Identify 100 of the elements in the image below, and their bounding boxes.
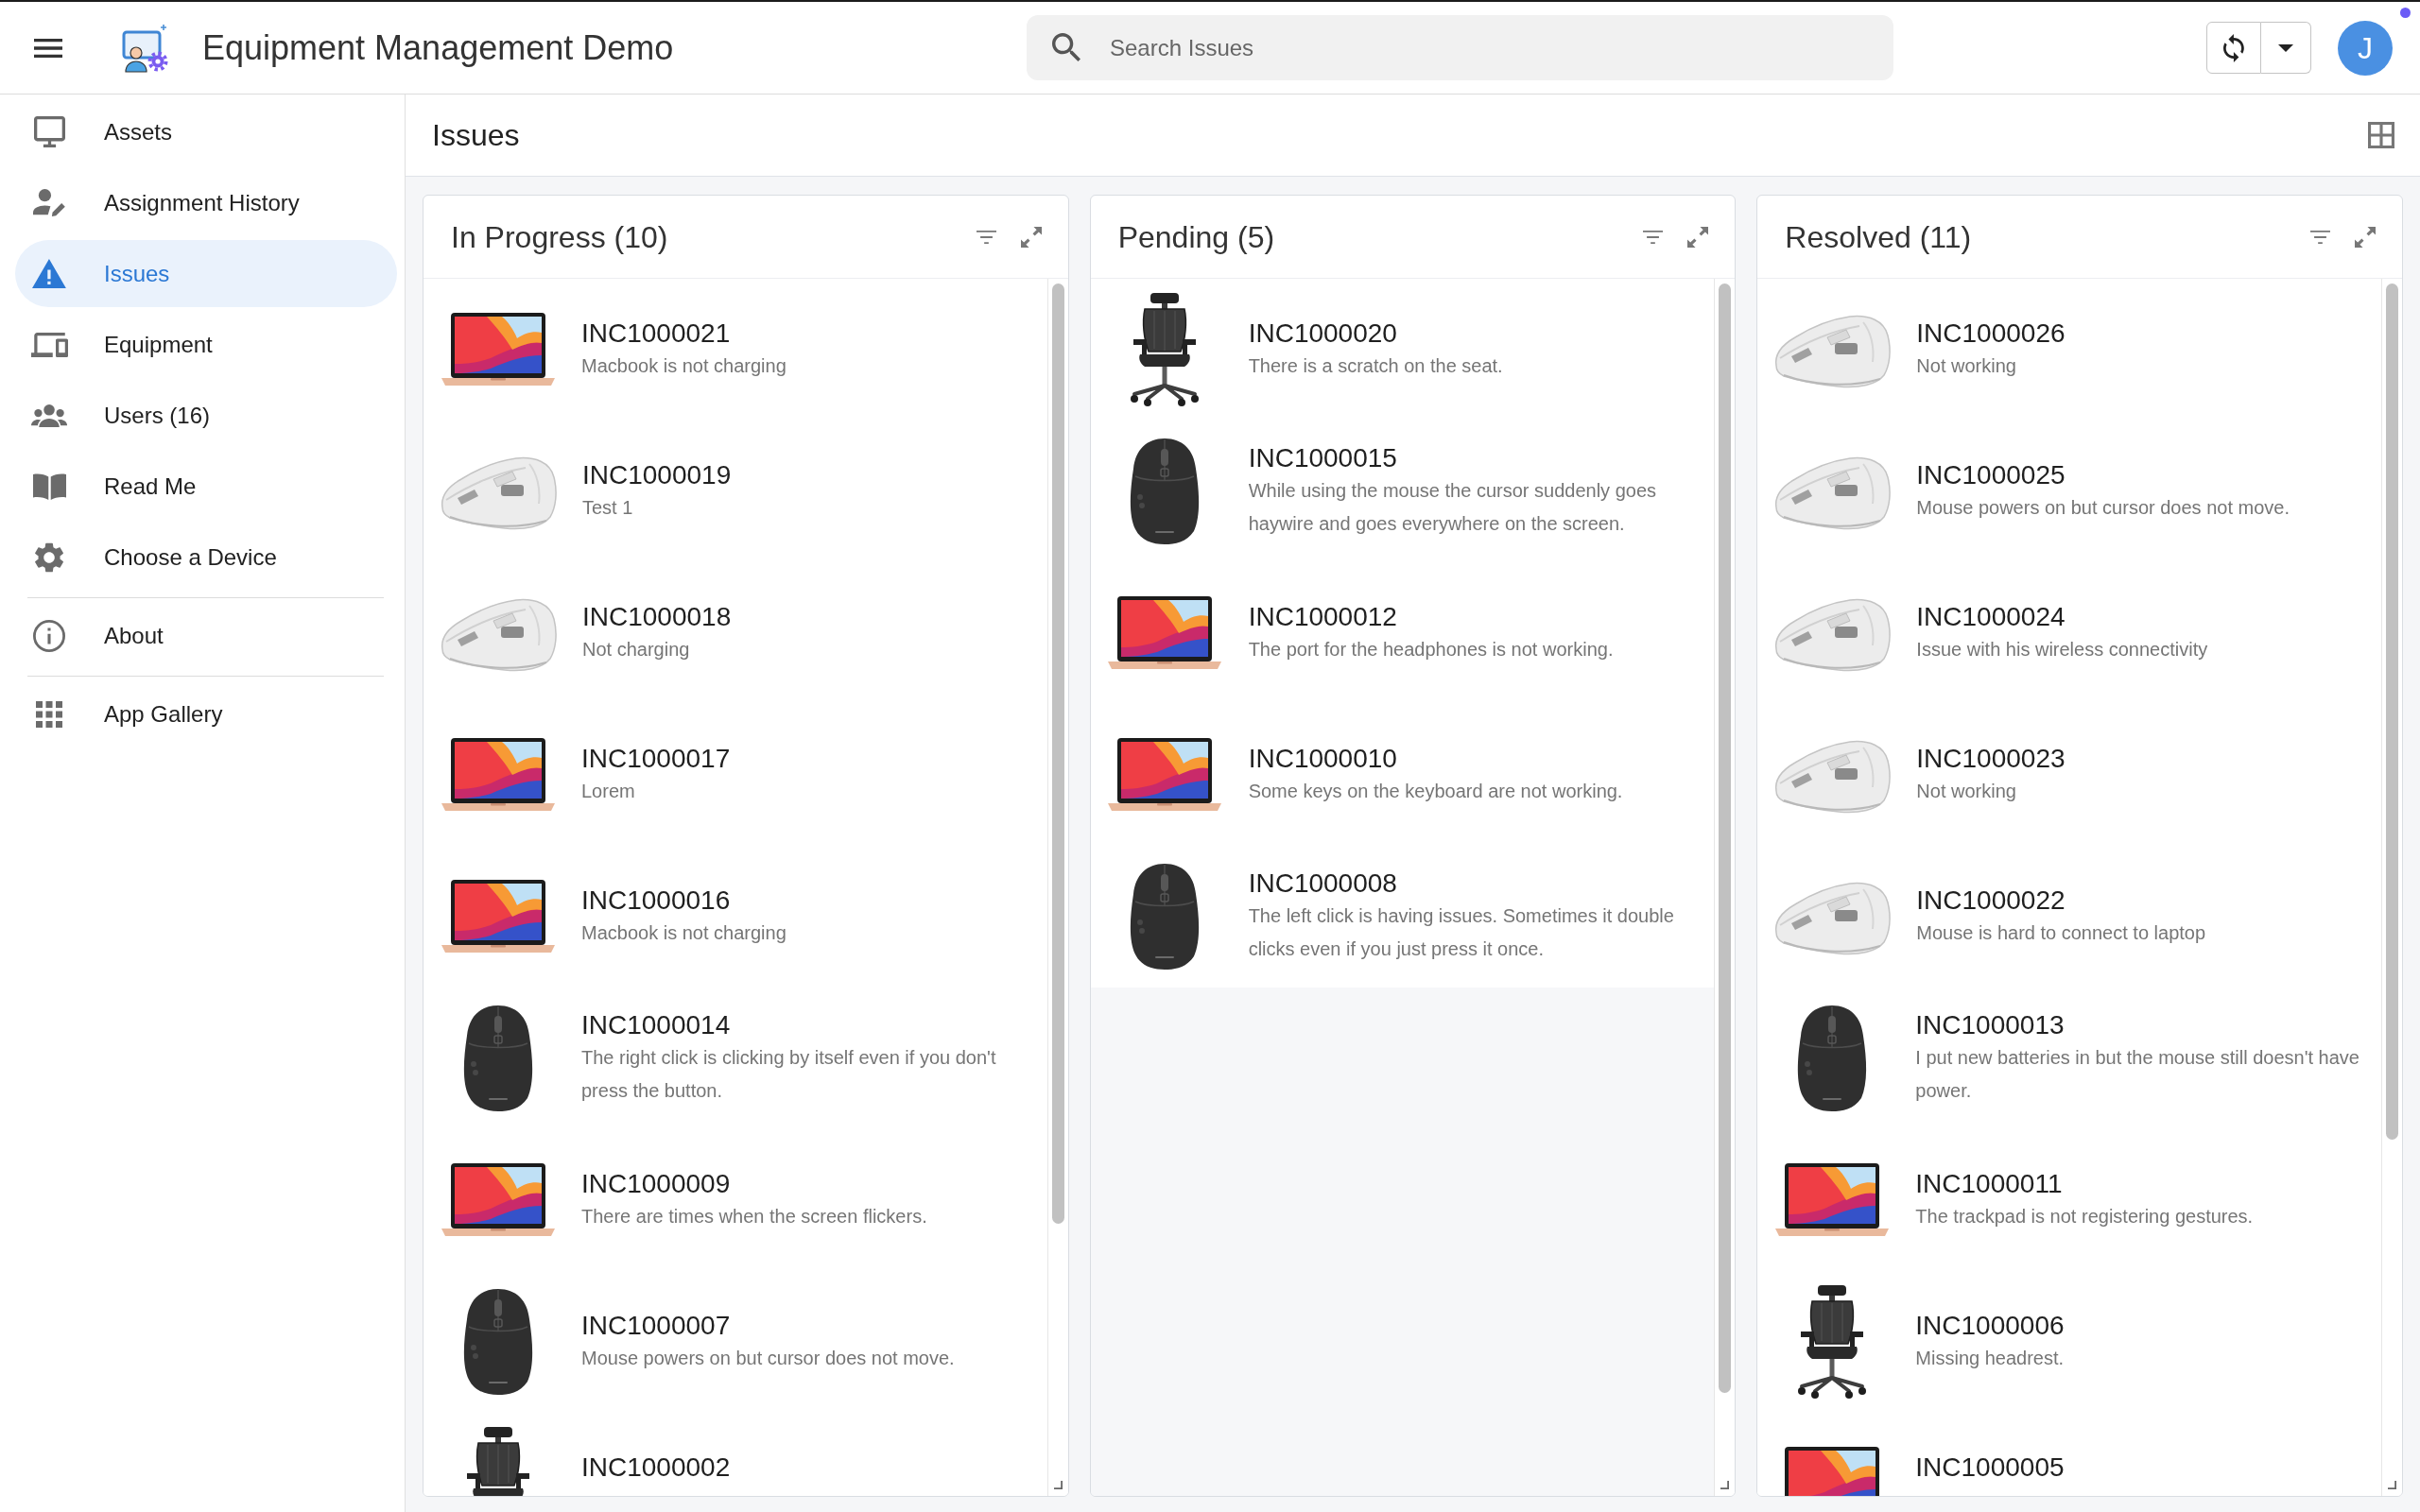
caret-icon (2278, 43, 2293, 52)
menu-icon[interactable] (34, 38, 62, 58)
issue-list-item[interactable]: INC1000022 Mouse is hard to connect to laptop (1757, 846, 2381, 988)
settings-icon (34, 541, 64, 573)
issue-list-item[interactable]: INC1000025 Mouse powers on but cursor does not move. (1757, 421, 2381, 562)
issue-number: INC1000012 (1248, 600, 1398, 633)
issue-number: INC1000014 (581, 1009, 732, 1041)
issue-list-item[interactable]: INC1000017 Lorem (424, 704, 1047, 846)
issue-description: Issue with his wireless connectivity (1916, 637, 2209, 662)
sidebar-item[interactable]: About (15, 602, 397, 669)
issue-list-item[interactable]: INC1000010 Some keys on the keyboard are not working. (1090, 704, 1715, 846)
issue-list-item[interactable]: INC1000015 While using the mouse the cursor suddenly goes haywire and goes everywhere on the screen. (1090, 421, 1715, 562)
issue-list-item[interactable]: INC1000011 The trackpad is not registering gestures. (1757, 1129, 2381, 1271)
issue-list-item[interactable]: INC1000026 Not working (1757, 279, 2381, 421)
issue-list-item[interactable]: INC1000024 Issue with his wireless connectivity (1757, 562, 2381, 704)
issue-number: INC1000007 (581, 1309, 732, 1342)
issue-description: Mouse powers on but cursor does not move. (581, 1346, 956, 1370)
issue-number: INC1000024 (1916, 600, 2066, 633)
issue-list-item[interactable]: INC1000002 (424, 1413, 1047, 1496)
issue-number: INC1000015 (1248, 442, 1398, 474)
issue-description: The left click is having issues. Sometimes it double clicks even if you just press it once. (1248, 904, 1675, 961)
issue-number: INC1000017 (581, 742, 732, 775)
issue-number: INC1000022 (1916, 884, 2066, 917)
issue-number: INC1000016 (581, 884, 732, 917)
sidebar-item[interactable]: Users (16) (15, 382, 397, 449)
search-field[interactable]: Search Issues (1027, 15, 1893, 80)
app-title: Equipment Management Demo (202, 26, 674, 69)
issue-number: INC1000019 (582, 458, 733, 491)
issue-number: INC1000011 (1915, 1167, 2064, 1200)
issue-number: INC1000002 (581, 1451, 732, 1484)
warning-icon (32, 259, 66, 288)
issue-number: INC1000009 (581, 1167, 732, 1200)
issue-description: There is a scratch on the seat. (1248, 353, 1504, 378)
issue-description: The right click is clicking by itself even if you don't press the button. (581, 1046, 997, 1103)
search-icon (1052, 33, 1080, 61)
issue-list-item[interactable]: INC1000005 (1757, 1413, 2381, 1496)
issue-list-item[interactable]: INC1000007 Mouse powers on but cursor does not move. (424, 1271, 1047, 1413)
issue-description: I put new batteries in but the mouse still doesn't have power. (1915, 1046, 2360, 1103)
sidebar-item[interactable]: App Gallery (15, 680, 397, 747)
issue-list-item[interactable]: INC1000008 The left click is having issues. Sometimes it double clicks even if you just press it once. (1090, 846, 1715, 988)
resize-corner-icon[interactable] (2388, 1481, 2396, 1489)
scrollbar-thumb[interactable] (2386, 284, 2398, 1140)
scrollbar-thumb[interactable] (1719, 284, 1732, 1393)
scrollbar-thumb[interactable] (1051, 284, 1064, 1225)
issue-number: INC1000013 (1915, 1009, 2066, 1041)
issue-number: INC1000010 (1248, 742, 1398, 775)
filter-icon[interactable] (1643, 230, 1664, 244)
issue-number: INC1000006 (1915, 1309, 2066, 1342)
info-icon (33, 619, 65, 652)
sidebar-item[interactable]: Issues (15, 240, 397, 307)
book-icon (32, 472, 66, 500)
resize-corner-icon[interactable] (1720, 1481, 1730, 1489)
issue-list-item[interactable]: INC1000013 I put new batteries in but the mouse still doesn't have power. (1757, 988, 2381, 1129)
issue-list-item[interactable]: INC1000012 The port for the headphones is not working. (1090, 562, 1715, 704)
refresh-icon (2223, 33, 2244, 62)
issue-description: Lorem (581, 779, 636, 803)
issue-list-item[interactable]: INC1000016 Macbook is not charging (424, 846, 1047, 988)
column-title: In Progress (10) (451, 218, 668, 256)
sidebar-item[interactable]: Read Me (15, 453, 397, 520)
issue-description: The trackpad is not registering gestures. (1915, 1204, 2255, 1228)
sidebar-item[interactable]: Assignment History (15, 169, 397, 236)
filter-icon[interactable] (976, 230, 996, 244)
issue-list-item[interactable]: INC1000021 Macbook is not charging (424, 279, 1047, 421)
issue-list-item[interactable]: INC1000023 Not working (1757, 704, 2381, 846)
refresh-button[interactable] (2206, 22, 2261, 74)
expand-icon[interactable] (1687, 226, 1709, 248)
sidebar-item[interactable]: Equipment (15, 311, 397, 378)
column-title: Pending (5) (1117, 218, 1275, 256)
expand-icon[interactable] (2355, 226, 2376, 248)
resize-corner-icon[interactable] (1053, 1481, 1063, 1489)
issue-description: While using the mouse the cursor suddenly goes haywire and goes everywhere on the screen. (1248, 479, 1657, 536)
issue-description: Macbook is not charging (581, 920, 787, 945)
issue-description: Not charging (582, 637, 691, 662)
issue-number: INC1000008 (1248, 868, 1398, 900)
issue-list-item[interactable]: INC1000014 The right click is clicking by itself even if you don't press the button. (424, 988, 1047, 1129)
issue-number: INC1000005 (1915, 1451, 2066, 1484)
issue-description: There are times when the screen flickers. (581, 1204, 928, 1228)
issue-list-item[interactable]: INC1000009 There are times when the screen flickers. (424, 1129, 1047, 1271)
issue-description: Macbook is not charging (581, 353, 787, 378)
issue-list-item[interactable]: INC1000019 Test 1 (424, 421, 1047, 562)
issue-description: The port for the headphones is not working. (1248, 637, 1615, 662)
issue-list-item[interactable]: INC1000006 Missing headrest. (1757, 1271, 2381, 1413)
monitor-icon (33, 116, 65, 147)
grid-view-icon[interactable] (2368, 122, 2394, 148)
issue-description: Mouse powers on but cursor does not move. (1916, 495, 2290, 520)
issue-number: INC1000021 (581, 317, 732, 350)
issue-number: INC1000026 (1916, 317, 2066, 350)
person-pencil-icon (33, 189, 65, 216)
issue-number: INC1000025 (1916, 458, 2066, 491)
issue-list-item[interactable]: INC1000020 There is a scratch on the seat. (1090, 279, 1715, 421)
issue-list-item[interactable]: INC1000018 Not charging (424, 562, 1047, 704)
people-icon (30, 404, 68, 427)
sidebar-item[interactable]: Assets (15, 98, 397, 165)
filter-icon[interactable] (2310, 230, 2330, 244)
expand-icon[interactable] (1020, 226, 1042, 248)
column-title: Resolved (11) (1785, 218, 1972, 256)
devices-icon (30, 332, 68, 357)
sidebar-item[interactable]: Choose a Device (15, 524, 397, 591)
issue-number: INC1000018 (582, 600, 733, 633)
page-title: Issues (432, 117, 520, 154)
